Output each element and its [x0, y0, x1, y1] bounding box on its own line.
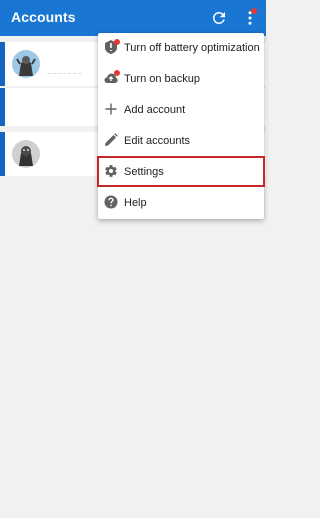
- notification-badge: [114, 39, 120, 45]
- user-avatar-icon: [12, 140, 40, 168]
- page-title: Accounts: [11, 9, 76, 25]
- menu-item-edit-accounts[interactable]: Edit accounts: [98, 126, 264, 157]
- pencil-icon: [105, 133, 118, 146]
- menu-item-add-account[interactable]: Add account: [98, 95, 264, 126]
- menu-item-label: Help: [124, 197, 147, 209]
- row-accent: [0, 132, 5, 176]
- menu-item-label: Edit accounts: [124, 135, 191, 147]
- menu-item-backup[interactable]: Turn on backup: [98, 64, 264, 95]
- overflow-menu: Turn off battery optimization Turn on ba…: [98, 33, 264, 219]
- menu-item-label: Turn off battery optimization: [124, 42, 260, 54]
- refresh-icon[interactable]: [210, 9, 228, 27]
- plus-icon: [105, 103, 117, 115]
- avatar: [12, 50, 40, 78]
- user-avatar-icon: [12, 50, 40, 78]
- menu-item-battery-optimization[interactable]: Turn off battery optimization: [98, 33, 264, 64]
- notification-badge: [114, 70, 120, 76]
- menu-item-label: Settings: [124, 166, 164, 178]
- account-name: _ _ _ _ _ _ _: [48, 68, 82, 74]
- notification-badge: [251, 8, 257, 14]
- row-accent: [0, 88, 5, 126]
- menu-item-settings[interactable]: Settings: [98, 157, 264, 188]
- row-accent: [0, 42, 5, 86]
- menu-item-label: Add account: [124, 104, 186, 116]
- menu-item-help[interactable]: Help: [98, 188, 264, 219]
- gear-icon: [105, 165, 117, 177]
- avatar: [12, 140, 40, 168]
- app-bar: Accounts: [0, 0, 266, 36]
- menu-item-label: Turn on backup: [124, 73, 201, 85]
- help-icon: [104, 195, 118, 209]
